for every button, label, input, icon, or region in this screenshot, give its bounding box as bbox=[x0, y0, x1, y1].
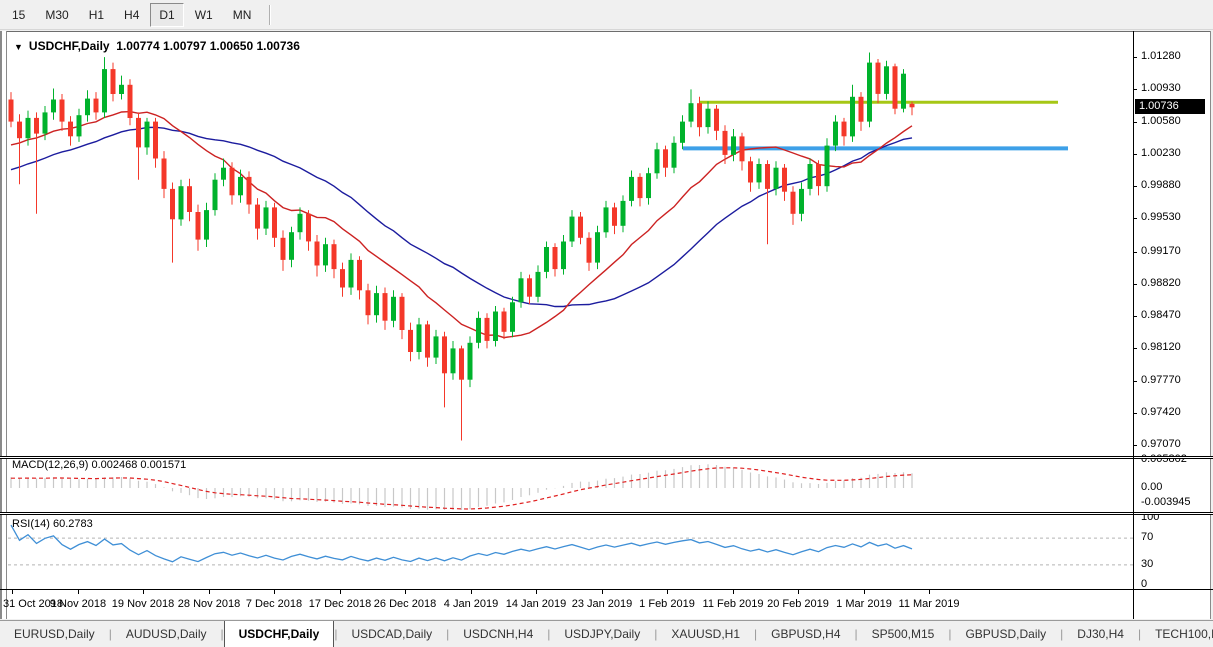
rsi-axis-label: 70 bbox=[1141, 531, 1154, 543]
rsi-axis-label: 30 bbox=[1141, 558, 1154, 570]
time-tick-label: 20 Feb 2019 bbox=[767, 598, 829, 610]
time-tick-label: 11 Mar 2019 bbox=[898, 598, 960, 610]
price-tick-label: 0.97420 bbox=[1141, 406, 1181, 418]
panel-separator[interactable] bbox=[0, 512, 1213, 515]
price-tick-label: 0.99170 bbox=[1141, 245, 1181, 257]
timeframe-button-h4[interactable]: H4 bbox=[115, 3, 148, 27]
ohlc-close: 1.00736 bbox=[256, 39, 300, 53]
timeframe-button-h1[interactable]: H1 bbox=[80, 3, 113, 27]
timeframe-button-m30[interactable]: M30 bbox=[36, 3, 77, 27]
time-tick bbox=[471, 590, 472, 594]
timeframe-button-mn[interactable]: MN bbox=[224, 3, 261, 27]
macd-axis-label: 0.005802 bbox=[1141, 453, 1187, 465]
timeframe-button-15[interactable]: 15 bbox=[3, 3, 34, 27]
time-tick-label: 4 Jan 2019 bbox=[443, 598, 499, 610]
time-tick-label: 1 Feb 2019 bbox=[639, 598, 695, 610]
time-tick bbox=[667, 590, 668, 594]
chart-tab-usdjpy-daily[interactable]: USDJPY,Daily bbox=[550, 622, 654, 647]
price-tick-label: 0.98470 bbox=[1141, 309, 1181, 321]
price-tick-label: 0.99530 bbox=[1141, 211, 1181, 223]
timeframe-button-w1[interactable]: W1 bbox=[186, 3, 222, 27]
macd-label: MACD(12,26,9) 0.002468 0.001571 bbox=[12, 459, 187, 471]
timeframe-toolbar: 15 M30 H1 H4 D1 W1 MN bbox=[0, 0, 1213, 30]
time-tick bbox=[405, 590, 406, 594]
time-tick bbox=[733, 590, 734, 594]
time-tick bbox=[209, 590, 210, 594]
chart-symbol-label: USDCHF,Daily bbox=[28, 39, 110, 53]
time-axis-line bbox=[0, 589, 1213, 590]
price-tick-label: 0.97070 bbox=[1141, 438, 1181, 450]
chart-tab-tech100-h1[interactable]: TECH100,H1 bbox=[1141, 622, 1213, 647]
timeframe-buttons: 15 M30 H1 H4 D1 W1 MN bbox=[2, 2, 261, 27]
price-axis-line bbox=[1133, 31, 1134, 619]
time-tick bbox=[864, 590, 865, 594]
time-tick-label: 11 Feb 2019 bbox=[702, 598, 764, 610]
time-tick-label: 14 Jan 2019 bbox=[505, 598, 567, 610]
macd-axis-label: -0.003945 bbox=[1141, 496, 1191, 508]
time-tick bbox=[78, 590, 79, 594]
chart-tab-gbpusd-daily[interactable]: GBPUSD,Daily bbox=[951, 622, 1060, 647]
chart-title: ▼ USDCHF,Daily 1.00774 1.00797 1.00650 1.… bbox=[14, 39, 300, 53]
ohlc-low: 1.00650 bbox=[209, 39, 254, 53]
chart-tab-usdchf-daily[interactable]: USDCHF,Daily bbox=[223, 621, 335, 647]
time-tick bbox=[929, 590, 930, 594]
chart-tab-sp500-m15[interactable]: SP500,M15 bbox=[858, 622, 949, 647]
price-tick-label: 1.00580 bbox=[1141, 115, 1181, 127]
price-tick-label: 1.00930 bbox=[1141, 82, 1181, 94]
chart-tab-xauusd-h1[interactable]: XAUUSD,H1 bbox=[657, 622, 754, 647]
window-left-border bbox=[0, 31, 7, 619]
time-tick-label: 23 Jan 2019 bbox=[571, 598, 633, 610]
price-tick-label: 0.98120 bbox=[1141, 341, 1181, 353]
mt4-app: 15 M30 H1 H4 D1 W1 MN ▼ USDCHF,Daily 1.00774 1.… bbox=[0, 0, 1213, 647]
time-tick-label: 28 Nov 2018 bbox=[177, 598, 241, 610]
chart-dropdown-icon[interactable]: ▼ bbox=[14, 42, 23, 52]
chart-tab-gbpusd-h4[interactable]: GBPUSD,H4 bbox=[757, 622, 854, 647]
time-tick bbox=[536, 590, 537, 594]
time-tick-label: 7 Dec 2018 bbox=[245, 598, 303, 610]
current-price-tag: 1.00736 bbox=[1135, 99, 1205, 114]
price-tick-label: 0.99880 bbox=[1141, 179, 1181, 191]
chart-tab-usdcnh-h4[interactable]: USDCNH,H4 bbox=[449, 622, 547, 647]
time-tick bbox=[602, 590, 603, 594]
chart-tab-bar: EURUSD,Daily | AUDUSD,Daily | USDCHF,Daily | U… bbox=[0, 620, 1213, 647]
timeframe-button-d1[interactable]: D1 bbox=[150, 2, 184, 27]
toolbar-separator bbox=[269, 4, 272, 25]
price-tick-label: 0.97770 bbox=[1141, 374, 1181, 386]
time-tick-label: 9 Nov 2018 bbox=[49, 598, 107, 610]
time-tick-label: 19 Nov 2018 bbox=[111, 598, 175, 610]
time-tick bbox=[798, 590, 799, 594]
time-tick bbox=[12, 590, 13, 594]
ohlc-high: 1.00797 bbox=[163, 39, 207, 53]
time-tick-label: 17 Dec 2018 bbox=[308, 598, 372, 610]
ohlc-open: 1.00774 bbox=[116, 39, 160, 53]
rsi-label: RSI(14) 60.2783 bbox=[12, 518, 93, 530]
chart-tab-audusd-daily[interactable]: AUDUSD,Daily bbox=[112, 622, 221, 647]
price-tick-label: 1.01280 bbox=[1141, 50, 1181, 62]
chart-tab-eurusd-daily[interactable]: EURUSD,Daily bbox=[0, 622, 109, 647]
time-tick bbox=[143, 590, 144, 594]
price-tick-label: 1.00230 bbox=[1141, 147, 1181, 159]
chart-window[interactable] bbox=[0, 31, 1213, 619]
macd-axis-label: 0.00 bbox=[1141, 481, 1163, 493]
time-tick bbox=[340, 590, 341, 594]
chart-tab-dj30-h4[interactable]: DJ30,H4 bbox=[1063, 622, 1138, 647]
time-tick-label: 26 Dec 2018 bbox=[373, 598, 437, 610]
tab-list: EURUSD,Daily | AUDUSD,Daily | USDCHF,Daily | U… bbox=[0, 621, 1213, 647]
time-tick bbox=[274, 590, 275, 594]
price-tick-label: 0.98820 bbox=[1141, 277, 1181, 289]
time-tick-label: 1 Mar 2019 bbox=[836, 598, 892, 610]
chart-tab-usdcad-daily[interactable]: USDCAD,Daily bbox=[337, 622, 446, 647]
